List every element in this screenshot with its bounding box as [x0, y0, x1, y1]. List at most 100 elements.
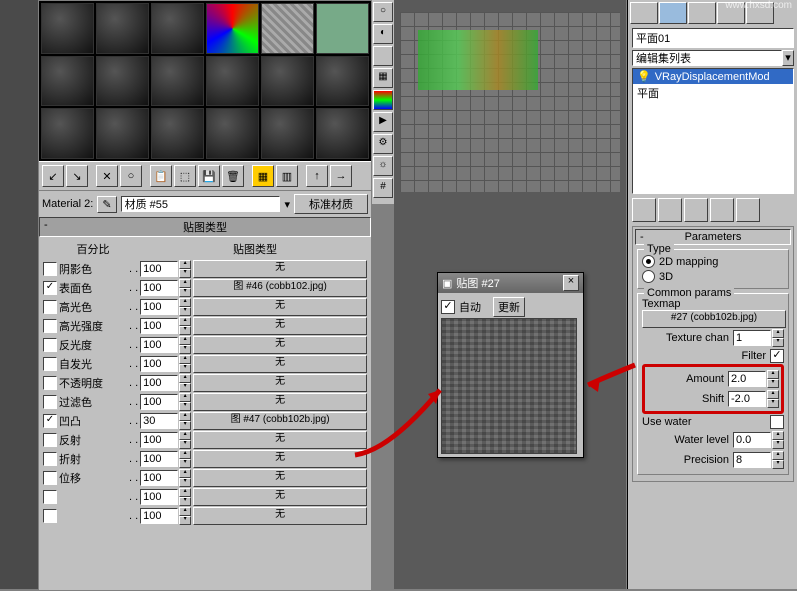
map-enable-checkbox[interactable]: [43, 395, 57, 409]
material-swatch[interactable]: [151, 3, 204, 54]
spinner-down-icon[interactable]: ▾: [179, 269, 191, 278]
type-2d-row[interactable]: 2D mapping: [642, 254, 784, 269]
map-slot-button[interactable]: 无: [193, 488, 367, 506]
options-icon[interactable]: ⚙: [373, 134, 393, 154]
map-amount-input[interactable]: [140, 451, 178, 467]
spinner-up-icon[interactable]: ▴: [179, 393, 191, 402]
map-slot-button[interactable]: 图 #46 (cobb102.jpg): [193, 279, 367, 297]
pin-stack-icon[interactable]: [632, 198, 656, 222]
use-water-checkbox[interactable]: [770, 415, 784, 429]
map-slot-button[interactable]: 无: [193, 317, 367, 335]
material-swatch[interactable]: [96, 3, 149, 54]
spinner-up-icon[interactable]: ▴: [179, 298, 191, 307]
map-enable-checkbox[interactable]: [43, 262, 57, 276]
map-amount-input[interactable]: [140, 356, 178, 372]
video-check-icon[interactable]: [373, 90, 393, 110]
spinner-up-icon[interactable]: ▴: [772, 451, 784, 460]
map-enable-checkbox[interactable]: [43, 452, 57, 466]
map-slot-button[interactable]: 无: [193, 450, 367, 468]
spinner-down-icon[interactable]: ▾: [772, 440, 784, 449]
map-enable-checkbox[interactable]: [43, 357, 57, 371]
refresh-button[interactable]: 更新: [493, 297, 525, 317]
spinner-down-icon[interactable]: ▾: [179, 383, 191, 392]
spinner-down-icon[interactable]: ▾: [179, 326, 191, 335]
maps-rollout-header[interactable]: - 贴图类型: [39, 217, 371, 237]
reset-icon[interactable]: ○: [120, 165, 142, 187]
spinner-up-icon[interactable]: ▴: [179, 355, 191, 364]
hierarchy-tab-icon[interactable]: [688, 2, 716, 24]
material-name-input[interactable]: [121, 196, 281, 212]
map-enable-checkbox[interactable]: [43, 300, 57, 314]
material-swatch[interactable]: [41, 56, 94, 107]
material-swatch[interactable]: [96, 56, 149, 107]
spinner-up-icon[interactable]: ▴: [179, 374, 191, 383]
material-swatch[interactable]: [151, 108, 204, 159]
map-enable-checkbox[interactable]: [43, 319, 57, 333]
material-swatch[interactable]: [261, 3, 314, 54]
dropdown-icon[interactable]: ▾: [284, 198, 290, 211]
make-preview-icon[interactable]: ▶: [373, 112, 393, 132]
spinner-up-icon[interactable]: ▴: [179, 488, 191, 497]
material-swatch[interactable]: [206, 56, 259, 107]
modifier-list-dropdown[interactable]: ▾: [632, 50, 794, 66]
map-preview-titlebar[interactable]: ▣ 贴图 #27 ×: [438, 273, 583, 293]
material-swatch[interactable]: [41, 3, 94, 54]
put-library-icon[interactable]: 💾: [198, 165, 220, 187]
sample-type-icon[interactable]: ○: [373, 2, 393, 22]
show-end-result-icon[interactable]: [658, 198, 682, 222]
spinner-down-icon[interactable]: ▾: [179, 307, 191, 316]
spinner-down-icon[interactable]: ▾: [179, 497, 191, 506]
material-swatch[interactable]: [316, 3, 369, 54]
map-enable-checkbox[interactable]: [43, 490, 57, 504]
map-enable-checkbox[interactable]: ✓: [43, 281, 57, 295]
precision-input[interactable]: [733, 452, 771, 468]
remove-modifier-icon[interactable]: [710, 198, 734, 222]
spinner-up-icon[interactable]: ▴: [179, 431, 191, 440]
spinner-up-icon[interactable]: ▴: [179, 317, 191, 326]
spinner-down-icon[interactable]: ▾: [179, 478, 191, 487]
spinner-down-icon[interactable]: ▾: [767, 399, 779, 408]
map-enable-checkbox[interactable]: ✓: [43, 414, 57, 428]
material-swatch[interactable]: [261, 56, 314, 107]
spinner-down-icon[interactable]: ▾: [772, 460, 784, 469]
spinner-up-icon[interactable]: ▴: [767, 390, 779, 399]
mat-id-icon[interactable]: #: [373, 178, 393, 198]
configure-sets-icon[interactable]: [736, 198, 760, 222]
map-slot-button[interactable]: 无: [193, 355, 367, 373]
map-slot-button[interactable]: 无: [193, 298, 367, 316]
map-amount-input[interactable]: [140, 337, 178, 353]
material-swatch[interactable]: [316, 56, 369, 107]
map-slot-button[interactable]: 图 #47 (cobb102b.jpg): [193, 412, 367, 430]
map-enable-checkbox[interactable]: [43, 509, 57, 523]
spinner-up-icon[interactable]: ▴: [179, 450, 191, 459]
radio-3d[interactable]: [642, 270, 655, 283]
show-end-icon[interactable]: ▥: [276, 165, 298, 187]
map-enable-checkbox[interactable]: [43, 433, 57, 447]
put-to-scene-icon[interactable]: ↘: [66, 165, 88, 187]
stack-item-vraydisplacement[interactable]: 💡 VRayDisplacementMod: [633, 69, 793, 84]
close-icon[interactable]: ×: [563, 275, 579, 291]
modifier-stack[interactable]: 💡 VRayDisplacementMod 平面: [632, 68, 794, 194]
map-amount-input[interactable]: [140, 318, 178, 334]
dropdown-icon[interactable]: ▾: [782, 50, 794, 66]
map-amount-input[interactable]: [140, 261, 178, 277]
get-material-icon[interactable]: ↙: [42, 165, 64, 187]
type-3d-row[interactable]: 3D: [642, 269, 784, 284]
spinner-up-icon[interactable]: ▴: [179, 336, 191, 345]
material-type-button[interactable]: 标准材质: [294, 194, 368, 214]
spinner-down-icon[interactable]: ▾: [179, 421, 191, 430]
map-slot-button[interactable]: 无: [193, 469, 367, 487]
stack-item-plane[interactable]: 平面: [633, 84, 793, 102]
spinner-up-icon[interactable]: ▴: [767, 370, 779, 379]
water-level-input[interactable]: [733, 432, 771, 448]
texchan-input[interactable]: [733, 330, 771, 346]
create-tab-icon[interactable]: [630, 2, 658, 24]
map-amount-input[interactable]: [140, 508, 178, 524]
spinner-up-icon[interactable]: ▴: [179, 507, 191, 516]
make-unique-icon[interactable]: ⬚: [174, 165, 196, 187]
map-amount-input[interactable]: [140, 432, 178, 448]
spinner-down-icon[interactable]: ▾: [179, 516, 191, 525]
shift-input[interactable]: [728, 391, 766, 407]
spinner-down-icon[interactable]: ▾: [179, 440, 191, 449]
background-icon[interactable]: [373, 46, 393, 66]
